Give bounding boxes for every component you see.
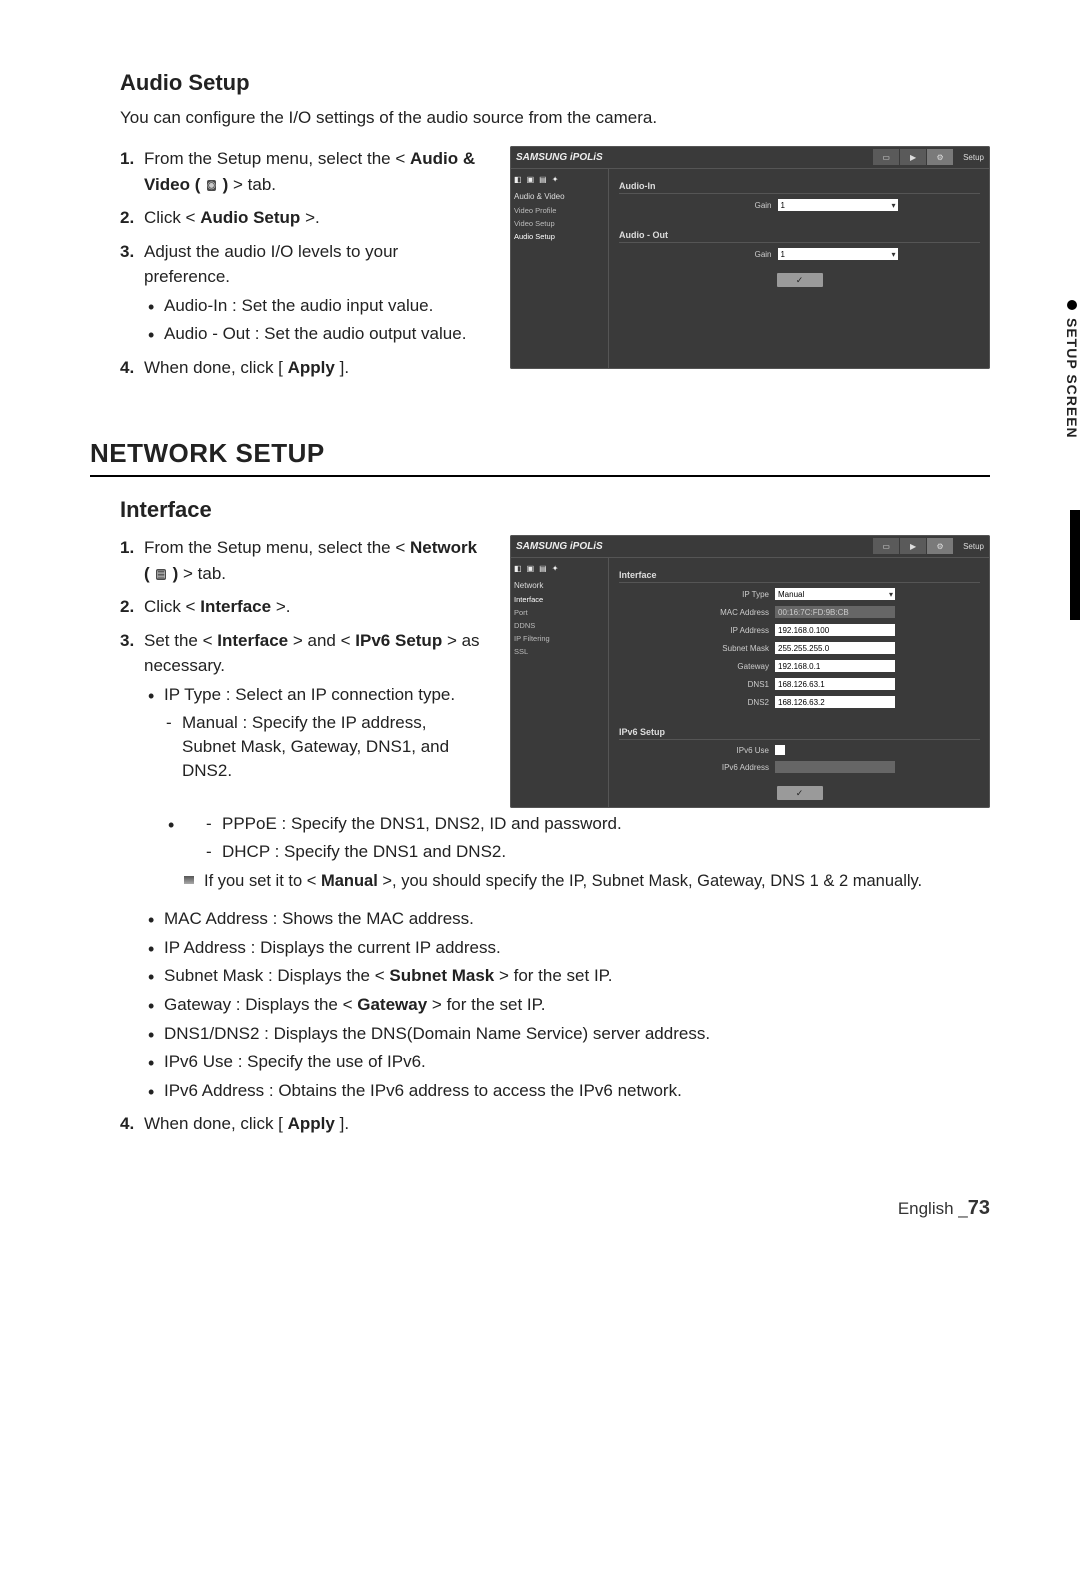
ipolis-logo: SAMSUNG iPOLiS bbox=[516, 541, 603, 552]
side-category: Audio & Video bbox=[514, 190, 604, 203]
group-interface: Interface bbox=[619, 570, 980, 583]
ui-tab-play[interactable]: ▶ bbox=[900, 538, 926, 554]
side-tab: SETUP SCREEN bbox=[1064, 300, 1080, 439]
side-item[interactable]: Video Profile bbox=[514, 205, 604, 216]
audio-step-2: 2. Click < Audio Setup >. bbox=[120, 205, 480, 231]
nav-icon[interactable]: ✦ bbox=[552, 175, 559, 184]
audio-video-tab-icon: ◉ bbox=[207, 180, 216, 191]
side-item[interactable]: Audio Setup bbox=[514, 231, 604, 242]
ipv6-use-checkbox[interactable] bbox=[775, 745, 785, 755]
nav-icon[interactable]: ▤ bbox=[539, 175, 547, 184]
side-item[interactable]: Port bbox=[514, 607, 604, 618]
iptype-select[interactable]: Manual bbox=[775, 588, 895, 600]
net-step-3: 3. Set the < Interface > and < IPv6 Setu… bbox=[120, 628, 480, 783]
nav-icon[interactable]: ◧ bbox=[514, 175, 522, 184]
network-config-screenshot: SAMSUNG iPOLiS ▭ ▶ ⚙ Setup ◧ ▣ ▤ ✦ Netwo… bbox=[510, 535, 990, 808]
network-section-heading: NETWORK SETUP bbox=[90, 438, 990, 477]
dns1-field[interactable]: 168.126.63.1 bbox=[775, 678, 895, 690]
mask-field[interactable]: 255.255.255.0 bbox=[775, 642, 895, 654]
ui-crumb: Setup bbox=[963, 542, 984, 551]
gain-label: Gain bbox=[702, 201, 772, 210]
nav-icon[interactable]: ◧ bbox=[514, 564, 522, 573]
net-step-2: 2. Click < Interface >. bbox=[120, 594, 480, 620]
bullet-ip: IP Address : Displays the current IP add… bbox=[144, 936, 990, 961]
side-item[interactable]: Video Setup bbox=[514, 218, 604, 229]
net-step-4: 4. When done, click [ Apply ]. bbox=[120, 1111, 990, 1137]
interface-heading: Interface bbox=[120, 497, 990, 523]
ipolis-logo: SAMSUNG iPOLiS bbox=[516, 152, 603, 163]
dash-manual: Manual : Specify the IP address, Subnet … bbox=[164, 711, 480, 782]
bullet-ipv6addr: IPv6 Address : Obtains the IPv6 address … bbox=[144, 1079, 990, 1104]
gain-out-select[interactable]: 1 bbox=[778, 248, 898, 260]
ui-tab-play[interactable]: ▶ bbox=[900, 149, 926, 165]
apply-button[interactable]: ✓ bbox=[777, 273, 823, 287]
bullet-mac: MAC Address : Shows the MAC address. bbox=[144, 907, 990, 932]
audio-step-3: 3. Adjust the audio I/O levels to your p… bbox=[120, 239, 480, 347]
side-item[interactable]: DDNS bbox=[514, 620, 604, 631]
ui-tab-monitor[interactable]: ▭ bbox=[873, 149, 899, 165]
gateway-field[interactable]: 192.168.0.1 bbox=[775, 660, 895, 672]
nav-icon[interactable]: ✦ bbox=[552, 564, 559, 573]
dash-pppoe: PPPoE : Specify the DNS1, DNS2, ID and p… bbox=[204, 812, 990, 836]
gain-label: Gain bbox=[702, 250, 772, 259]
side-black-marker bbox=[1070, 510, 1080, 620]
bullet-iptype: IP Type : Select an IP connection type. … bbox=[144, 683, 480, 783]
group-audio-out: Audio - Out bbox=[619, 230, 980, 243]
nav-icon[interactable]: ▤ bbox=[539, 564, 547, 573]
ip-field[interactable]: 192.168.0.100 bbox=[775, 624, 895, 636]
ui-tab-monitor[interactable]: ▭ bbox=[873, 538, 899, 554]
manual-note: If you set it to < Manual >, you should … bbox=[184, 870, 990, 893]
audio-step-4: 4. When done, click [ Apply ]. bbox=[120, 355, 480, 381]
dash-dhcp: DHCP : Specify the DNS1 and DNS2. bbox=[204, 840, 990, 864]
nav-icon[interactable]: ▣ bbox=[527, 564, 535, 573]
audio-bullet-in: Audio-In : Set the audio input value. bbox=[144, 294, 480, 319]
side-category: Network bbox=[514, 579, 604, 592]
audio-config-screenshot: SAMSUNG iPOLiS ▭ ▶ ⚙ Setup ◧ ▣ ▤ ✦ Audio bbox=[510, 146, 990, 369]
side-tab-label: SETUP SCREEN bbox=[1064, 318, 1080, 439]
ui-tab-setup[interactable]: ⚙ bbox=[927, 538, 953, 554]
ipv6-addr-field bbox=[775, 761, 895, 773]
side-tab-dot bbox=[1067, 300, 1077, 310]
group-ipv6: IPv6 Setup bbox=[619, 727, 980, 740]
bullet-gateway: Gateway : Displays the < Gateway > for t… bbox=[144, 993, 990, 1018]
audio-intro: You can configure the I/O settings of th… bbox=[120, 108, 990, 128]
apply-button[interactable]: ✓ bbox=[777, 786, 823, 800]
nav-icon[interactable]: ▣ bbox=[527, 175, 535, 184]
dns2-field[interactable]: 168.126.63.2 bbox=[775, 696, 895, 708]
side-item[interactable]: Interface bbox=[514, 594, 604, 605]
net-step-1: 1. From the Setup menu, select the < Net… bbox=[120, 535, 480, 586]
ui-crumb: Setup bbox=[963, 153, 984, 162]
bullet-ipv6use: IPv6 Use : Specify the use of IPv6. bbox=[144, 1050, 990, 1075]
audio-step-1: 1. From the Setup menu, select the < Aud… bbox=[120, 146, 480, 197]
side-item[interactable]: IP Filtering bbox=[514, 633, 604, 644]
bullet-dns: DNS1/DNS2 : Displays the DNS(Domain Name… bbox=[144, 1022, 990, 1047]
bullet-subnet: Subnet Mask : Displays the < Subnet Mask… bbox=[144, 964, 990, 989]
page-footer: English _73 bbox=[90, 1197, 990, 1220]
network-tab-icon: ▤ bbox=[156, 569, 165, 580]
mac-field: 00:16:7C:FD:9B:CB bbox=[775, 606, 895, 618]
audio-heading: Audio Setup bbox=[120, 70, 990, 96]
gain-in-select[interactable]: 1 bbox=[778, 199, 898, 211]
group-audio-in: Audio-In bbox=[619, 181, 980, 194]
ui-tab-setup[interactable]: ⚙ bbox=[927, 149, 953, 165]
audio-bullet-out: Audio - Out : Set the audio output value… bbox=[144, 322, 480, 347]
side-item[interactable]: SSL bbox=[514, 646, 604, 657]
